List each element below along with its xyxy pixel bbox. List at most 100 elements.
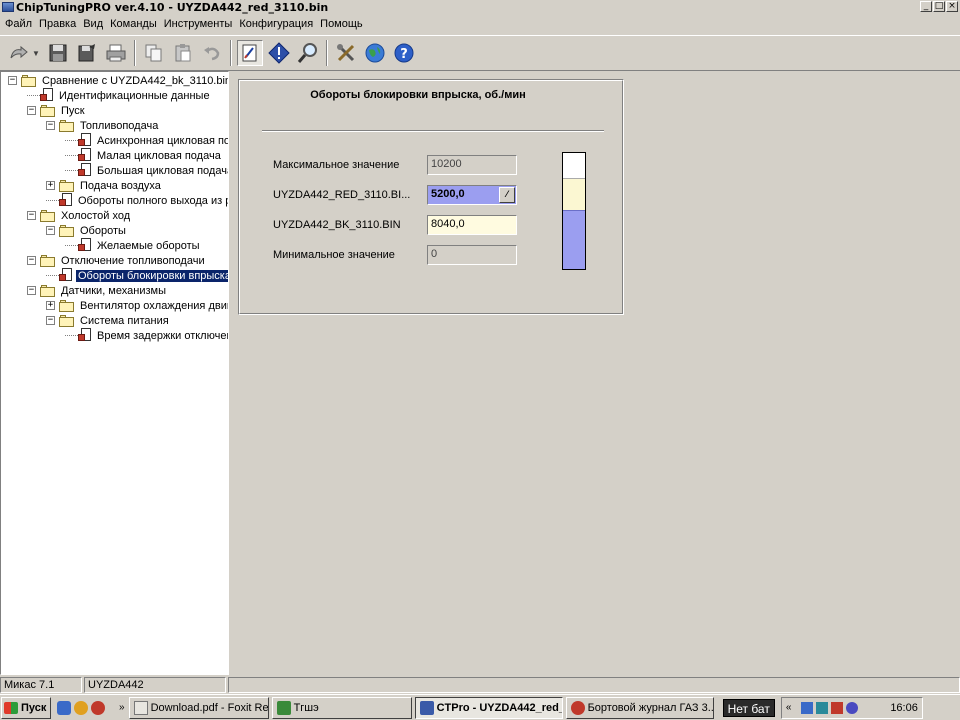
menu-edit[interactable]: Правка [38,18,82,30]
document-icon [78,238,92,253]
panel-splitter[interactable] [229,71,232,675]
save-icon[interactable] [45,40,71,66]
task-label: Тгшэ [293,701,319,714]
collapse-icon[interactable]: − [46,121,55,130]
search-icon[interactable] [295,40,321,66]
bluetooth-icon[interactable] [845,701,858,714]
browser-icon[interactable] [74,700,88,715]
document-icon [78,148,92,163]
folder-icon [59,314,75,327]
parameter-panel-frame: Обороты блокировки впрыска, об./мин Макс… [239,80,623,314]
save-as-icon[interactable] [74,40,100,66]
collapse-icon[interactable]: − [8,76,17,85]
folder-icon [40,209,56,222]
toolbar-separator [133,40,136,66]
tree-connector [65,163,78,171]
desktop-icon[interactable] [57,700,71,715]
tree-item[interactable]: Асинхронная цикловая пода [65,133,228,148]
undo-icon[interactable] [199,40,225,66]
tree-item[interactable]: − Отключение топливоподачи [27,253,207,268]
menu-configuration[interactable]: Конфигурация [238,18,319,30]
edit-map-icon[interactable] [236,40,263,66]
folder-icon [40,284,56,297]
minimize-button[interactable]: _ [920,1,932,12]
menu-view[interactable]: Вид [82,18,109,30]
collapse-icon[interactable]: − [46,316,55,325]
bk-file-value-field: 8040,0 [427,215,517,235]
expand-icon[interactable]: + [46,181,55,190]
tree-item[interactable]: − Обороты [46,223,128,238]
tree-item[interactable]: Обороты полного выхода из ре [46,193,229,208]
monitor-icon[interactable] [815,701,828,714]
tree-item[interactable]: + Подача воздуха [46,178,163,193]
collapse-icon[interactable]: − [27,286,36,295]
red-file-value: 5200,0 [431,188,465,200]
navigation-tree[interactable]: − Сравнение с UYZDA442_bk_3110.bin Идентиф… [0,71,229,675]
toolbar: ▼ ? [0,35,960,71]
battery-indicator[interactable]: Нет бат [722,698,775,717]
start-button[interactable]: Пуск [1,696,51,719]
tree-item[interactable]: + Вентилятор охлаждения двига [46,298,228,313]
task-tgshe[interactable]: Тгшэ [271,696,412,719]
tree-item[interactable]: − Система питания [46,313,171,328]
tray-chevron-icon[interactable]: « [786,702,798,714]
globe-icon[interactable] [362,40,388,66]
svg-text:?: ? [400,47,408,62]
system-tray: « 16:06 [780,696,923,719]
status-ecu: Микас 7.1 [0,677,82,693]
tree-item-label: Малая цикловая подача [97,149,221,162]
tree-item[interactable]: Обороты блокировки впрыска [46,268,228,283]
tree-item-label: Обороты полного выхода из ре [78,194,229,207]
print-icon[interactable] [103,40,129,66]
task-opera[interactable]: Бортовой журнал ГАЗ 3... [565,696,714,719]
clock: 16:06 [890,701,918,714]
tree-item[interactable]: − Датчики, механизмы [27,283,168,298]
paste-icon[interactable] [170,40,196,66]
opera-icon[interactable] [91,700,105,715]
quick-launch-chevron-icon[interactable]: » [119,702,125,713]
menu-help[interactable]: Помощь [319,18,369,30]
tree-connector [65,133,78,141]
tree-item[interactable]: Время задержки отключен [65,328,228,343]
tree-item[interactable]: − Топливоподача [46,118,160,133]
app-icon [276,700,291,715]
open-icon[interactable] [6,40,32,66]
tree-item[interactable]: Идентификационные данные [27,88,212,103]
tree-item[interactable]: Малая цикловая подача [65,148,223,163]
language-icon[interactable] [830,701,843,714]
network-icon[interactable] [800,701,813,714]
red-file-value-input[interactable]: 5200,0 ⁄ [427,185,517,205]
help-icon[interactable]: ? [391,40,417,66]
maximize-button[interactable]: □ [933,1,945,12]
collapse-icon[interactable]: − [27,106,36,115]
gauge-empty [563,153,585,178]
task-ctpro[interactable]: CTPro - UYZDA442_red_... [414,696,563,719]
expand-icon[interactable]: + [46,301,55,310]
collapse-icon[interactable]: − [27,256,36,265]
start-label: Пуск [21,701,47,714]
copy-icon[interactable] [141,40,167,66]
menu-commands[interactable]: Команды [109,18,163,30]
menu-tools[interactable]: Инструменты [163,18,239,30]
folder-icon [59,299,75,312]
document-icon [59,193,73,208]
open-dropdown-icon[interactable]: ▼ [32,49,40,58]
ctpro-icon [419,700,434,715]
tree-item[interactable]: − Сравнение с UYZDA442_bk_3110.bin [8,73,228,88]
tree-item[interactable]: Большая цикловая подача [65,163,228,178]
task-foxit[interactable]: Download.pdf - Foxit Re... [128,696,269,719]
tools-icon[interactable] [333,40,359,66]
tree-item[interactable]: − Пуск [27,103,87,118]
tree-item[interactable]: Желаемые обороты [65,238,202,253]
collapse-icon[interactable]: − [46,226,55,235]
min-value-label: Минимальное значение [273,249,395,261]
menu-file[interactable]: Файл [4,18,38,30]
close-button[interactable]: × [946,1,958,12]
window-title: ChipTuningPRO ver.4.10 - UYZDA442_red_31… [16,0,329,14]
pdf-icon [133,700,148,715]
bk-file-label: UYZDA442_BK_3110.BIN [273,219,401,231]
info-icon[interactable] [266,40,292,66]
edit-value-button[interactable]: ⁄ [499,187,515,203]
collapse-icon[interactable]: − [27,211,36,220]
tree-item[interactable]: − Холостой ход [27,208,132,223]
